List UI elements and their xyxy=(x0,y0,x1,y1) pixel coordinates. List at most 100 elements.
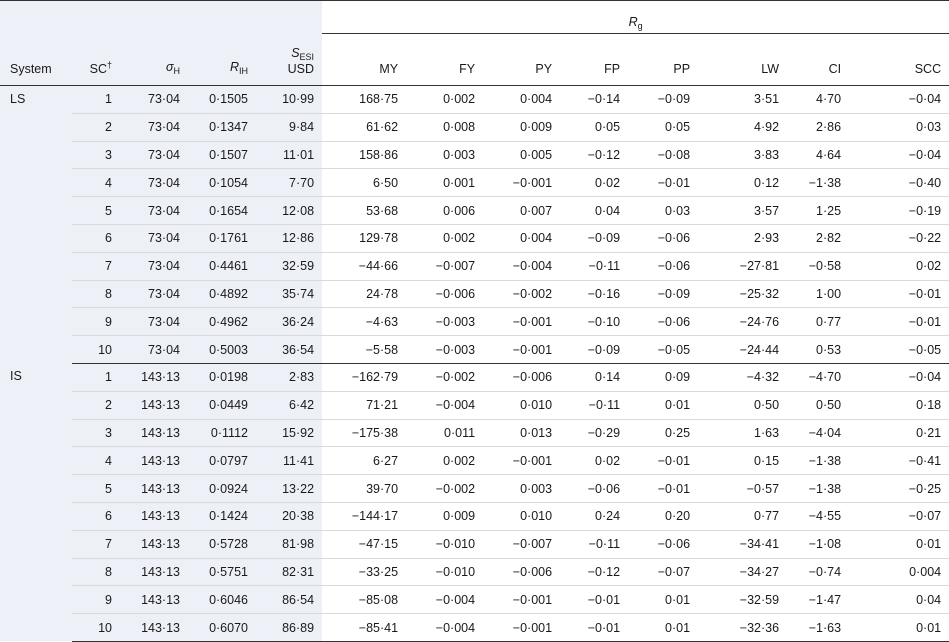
cell-ci: −4·04 xyxy=(787,419,850,448)
cell-sesi: 15·92 xyxy=(256,419,323,448)
cell-fp: −0·06 xyxy=(560,474,629,503)
cell-rih: 0·4962 xyxy=(188,307,256,337)
cell-pp: −0·06 xyxy=(628,530,699,559)
cell-fp: −0·29 xyxy=(560,419,629,448)
cell-ci: 4·64 xyxy=(787,141,850,170)
cell-sc: 6 xyxy=(72,224,120,253)
cell-fy: −0·002 xyxy=(406,474,484,503)
cell-fp: −0·01 xyxy=(560,585,629,615)
cell-pp: 0·05 xyxy=(628,113,699,142)
col-header-sesi: SESI USD xyxy=(256,33,323,86)
cell-py: −0·001 xyxy=(483,446,561,476)
system-label: LS xyxy=(0,85,72,364)
cell-fy: −0·003 xyxy=(406,335,484,364)
cell-py: −0·007 xyxy=(483,530,561,559)
cell-py: 0·003 xyxy=(483,474,561,503)
table-row: LS 1 73·04 0·1505 10·99 168·75 0·002 0·004 −0·14… xyxy=(0,85,949,364)
table-row: IS 1 143·13 0·0198 2·83 −162·79 −0·002 −0·006 0·… xyxy=(0,363,949,642)
cell-pp: 0·20 xyxy=(628,502,699,531)
cell-sc: 9 xyxy=(72,307,120,337)
cell-rih: 0·1505 xyxy=(188,85,256,114)
cell-fy: 0·003 xyxy=(406,141,484,170)
cell-sc: 4 xyxy=(72,446,120,476)
cell-my: −85·41 xyxy=(322,613,407,642)
cell-sigma-h: 73·04 xyxy=(120,85,188,114)
cell-rih: 0·4892 xyxy=(188,280,256,309)
cell-my: 53·68 xyxy=(322,196,407,225)
cell-fp: −0·12 xyxy=(560,141,629,170)
cell-pp: −0·06 xyxy=(628,252,699,281)
cell-scc: −0·01 xyxy=(849,280,949,309)
cell-ci: −1·63 xyxy=(787,613,850,642)
cell-sesi: 11·41 xyxy=(256,446,323,476)
cell-ci: 4·70 xyxy=(787,85,850,114)
cell-py: 0·013 xyxy=(483,419,561,448)
col-header-lw: LW xyxy=(761,62,780,76)
cell-lw: 0·77 xyxy=(698,502,788,531)
cell-my: 39·70 xyxy=(322,474,407,503)
cell-sc: 8 xyxy=(72,558,120,587)
cell-fp: 0·24 xyxy=(560,502,629,531)
table-row: 3 73·04 0·1507 11·01 158·86 0·003 0·005 −0·12 −0… xyxy=(0,141,949,170)
cell-py: 0·007 xyxy=(483,196,561,225)
table-row: 7 143·13 0·5728 81·98 −47·15 −0·010 −0·007 −0·1… xyxy=(0,530,949,559)
cell-pp: −0·07 xyxy=(628,558,699,587)
cell-fy: −0·004 xyxy=(406,585,484,615)
table-row: 8 143·13 0·5751 82·31 −33·25 −0·010 −0·006 −0·1… xyxy=(0,558,949,587)
cell-sesi: 13·22 xyxy=(256,474,323,503)
cell-sigma-h: 73·04 xyxy=(120,168,188,198)
results-table: Rg System SC† σH RIH SESI USD MY FY PY FP… xyxy=(0,0,949,642)
table-row: 5 143·13 0·0924 13·22 39·70 −0·002 0·003 −0·06−… xyxy=(0,474,949,503)
cell-sc: 8 xyxy=(72,280,120,309)
table-row: 6 143·13 0·1424 20·38 −144·17 0·009 0·010 0·24 0… xyxy=(0,502,949,531)
cell-fp: −0·16 xyxy=(560,280,629,309)
cell-py: −0·001 xyxy=(483,613,561,642)
cell-py: 0·009 xyxy=(483,113,561,142)
cell-fp: 0·04 xyxy=(560,196,629,225)
cell-ci: −0·58 xyxy=(787,252,850,281)
cell-sc: 3 xyxy=(72,141,120,170)
cell-fy: −0·002 xyxy=(406,363,484,392)
cell-py: 0·005 xyxy=(483,141,561,170)
cell-fp: 0·14 xyxy=(560,363,629,392)
table-figure: Rg System SC† σH RIH SESI USD MY FY PY FP… xyxy=(0,0,949,642)
cell-my: −5·58 xyxy=(322,335,407,364)
cell-sesi: 9·84 xyxy=(256,113,323,142)
col-header-system: System xyxy=(0,33,72,86)
cell-sesi: 32·59 xyxy=(256,252,323,281)
cell-ci: −4·55 xyxy=(787,502,850,531)
col-header-my: MY xyxy=(379,62,399,76)
cell-my: −175·38 xyxy=(322,419,407,448)
cell-fp: −0·14 xyxy=(560,85,629,114)
cell-sesi: 12·86 xyxy=(256,224,323,253)
cell-ci: −1·38 xyxy=(787,446,850,476)
cell-pp: 0·09 xyxy=(628,363,699,392)
cell-rih: 0·1507 xyxy=(188,141,256,170)
cell-scc: 0·03 xyxy=(849,113,949,142)
cell-sigma-h: 73·04 xyxy=(120,196,188,225)
cell-sigma-h: 143·13 xyxy=(120,530,188,559)
cell-my: −47·15 xyxy=(322,530,407,559)
cell-rih: 0·0449 xyxy=(188,391,256,420)
cell-rih: 0·0198 xyxy=(188,363,256,392)
cell-fy: 0·008 xyxy=(406,113,484,142)
cell-sesi: 12·08 xyxy=(256,196,323,225)
cell-sc: 1 xyxy=(72,85,120,114)
cell-sesi: 20·38 xyxy=(256,502,323,531)
cell-sigma-h: 143·13 xyxy=(120,419,188,448)
cell-my: 168·75 xyxy=(322,85,407,114)
cell-sc: 10 xyxy=(72,335,120,364)
cell-ci: 1·00 xyxy=(787,280,850,309)
col-header-rih: RIH xyxy=(188,33,256,86)
cell-fy: −0·004 xyxy=(406,391,484,420)
cell-rih: 0·6070 xyxy=(188,613,256,642)
cell-scc: 0·02 xyxy=(849,252,949,281)
cell-ci: 0·77 xyxy=(787,307,850,337)
cell-scc: 0·21 xyxy=(849,419,949,448)
cell-fp: −0·11 xyxy=(560,391,629,420)
table-header: Rg System SC† σH RIH SESI USD MY FY PY FP… xyxy=(0,0,949,86)
table-row: 4 73·04 0·1054 7·70 6·50 0·001 −0·001 0·02 −0·01… xyxy=(0,168,949,198)
table-row: 4 143·13 0·0797 11·41 6·27 0·002 −0·001 0·02 −0·… xyxy=(0,446,949,476)
cell-scc: −0·40 xyxy=(849,168,949,198)
cell-fy: 0·009 xyxy=(406,502,484,531)
